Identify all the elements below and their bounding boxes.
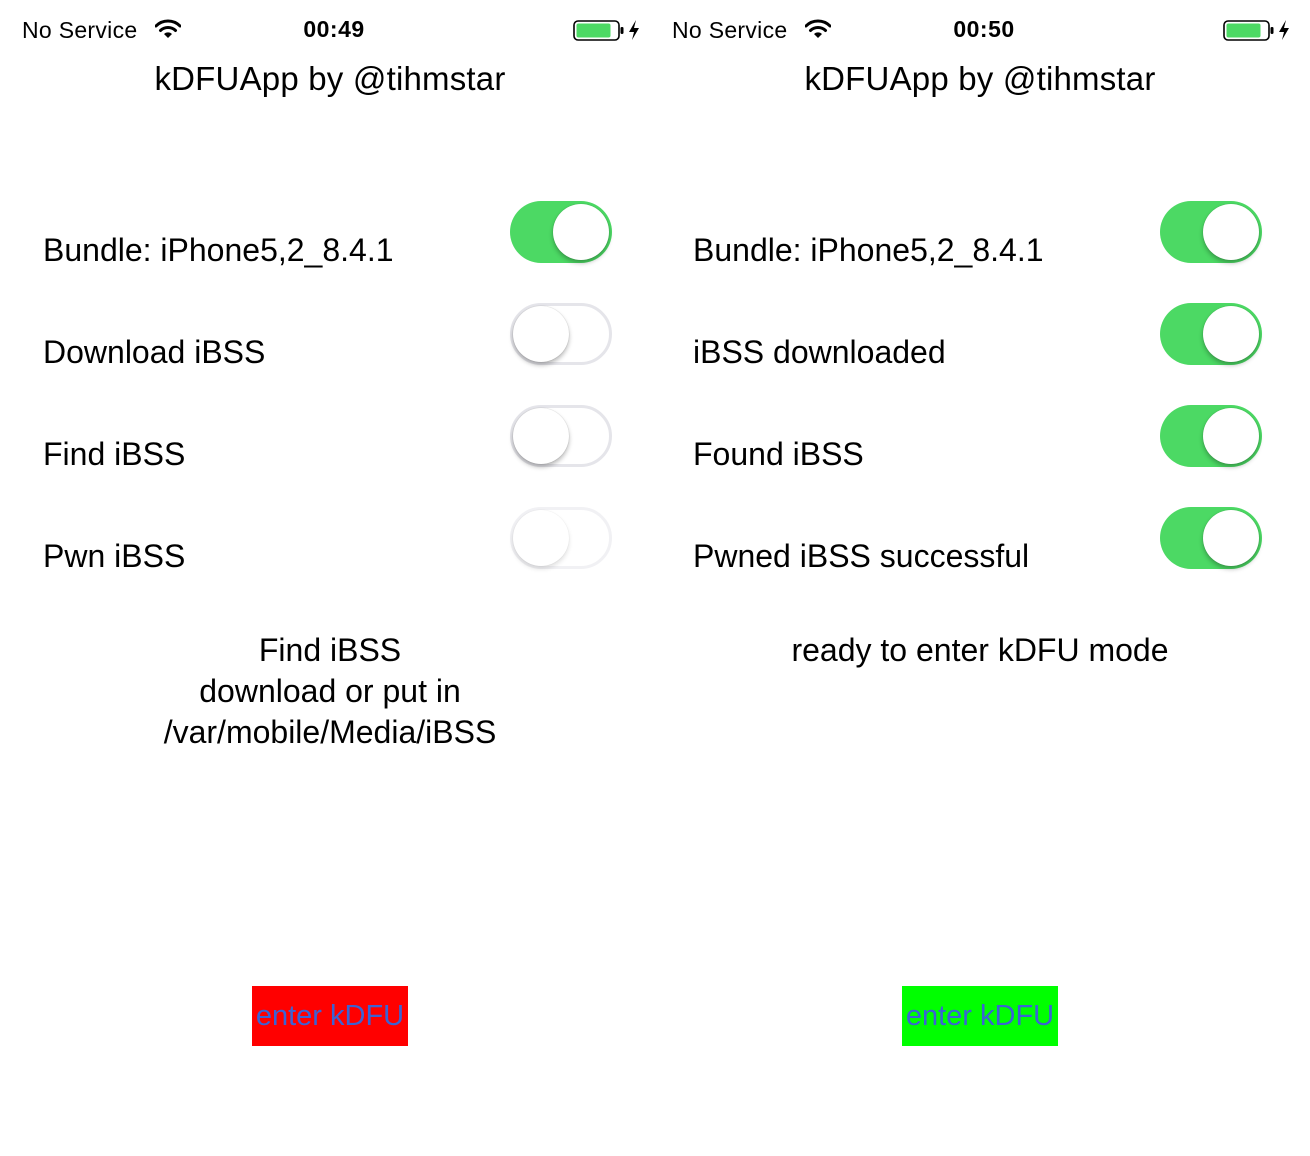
toggle-knob <box>513 510 569 566</box>
status-message-line: /var/mobile/Media/iBSS <box>163 714 497 750</box>
toggle-knob <box>553 204 609 260</box>
status-message: ready to enter kDFU mode <box>650 630 1310 671</box>
status-message-line: download or put in <box>199 673 461 709</box>
app-title: kDFUApp by @tihmstar <box>804 60 1156 97</box>
status-message-line: Find iBSS <box>258 632 402 668</box>
screen-after: No Service 00:50 kDFUApp by @tihmstar Bu… <box>650 0 1305 1156</box>
bundle-toggle[interactable] <box>510 201 612 263</box>
download-ibss-toggle[interactable] <box>510 303 612 365</box>
pwned-ibss-label: Pwned iBSS successful <box>693 538 1030 574</box>
toggle-knob <box>513 306 569 362</box>
status-message-line: ready to enter kDFU mode <box>791 632 1169 668</box>
bundle-label: Bundle: iPhone5,2_8.4.1 <box>693 232 1044 268</box>
app-title: kDFUApp by @tihmstar <box>154 60 506 97</box>
ibss-downloaded-toggle[interactable] <box>1160 303 1262 365</box>
found-ibss-toggle[interactable] <box>1160 405 1262 467</box>
enter-kdfu-button[interactable]: enter kDFU <box>252 986 408 1046</box>
found-ibss-label: Found iBSS <box>693 436 864 472</box>
pwned-ibss-toggle[interactable] <box>1160 507 1262 569</box>
pwn-ibss-toggle[interactable] <box>510 507 612 569</box>
toggle-knob <box>513 408 569 464</box>
charging-bolt-icon <box>629 20 639 40</box>
enter-kdfu-button[interactable]: enter kDFU <box>902 986 1058 1046</box>
status-bar: No Service 00:49 <box>0 0 640 62</box>
pwn-ibss-label: Pwn iBSS <box>43 538 186 574</box>
bundle-label: Bundle: iPhone5,2_8.4.1 <box>43 232 394 268</box>
find-ibss-label: Find iBSS <box>43 436 186 472</box>
find-ibss-toggle[interactable] <box>510 405 612 467</box>
toggle-knob <box>1203 408 1259 464</box>
battery-charging-icon <box>1223 20 1274 41</box>
status-message: Find iBSS download or put in /var/mobile… <box>0 630 660 753</box>
charging-bolt-icon <box>1279 20 1289 40</box>
screen-before: No Service 00:49 kDFUApp by @tihmstar Bu… <box>0 0 655 1156</box>
toggle-knob <box>1203 510 1259 566</box>
clock: 00:50 <box>953 16 1015 42</box>
ibss-downloaded-label: iBSS downloaded <box>693 334 946 370</box>
toggle-knob <box>1203 204 1259 260</box>
clock: 00:49 <box>303 16 365 42</box>
status-bar: No Service 00:50 <box>650 0 1290 62</box>
battery-charging-icon <box>573 20 624 41</box>
toggle-knob <box>1203 306 1259 362</box>
download-ibss-label: Download iBSS <box>43 334 266 370</box>
bundle-toggle[interactable] <box>1160 201 1262 263</box>
